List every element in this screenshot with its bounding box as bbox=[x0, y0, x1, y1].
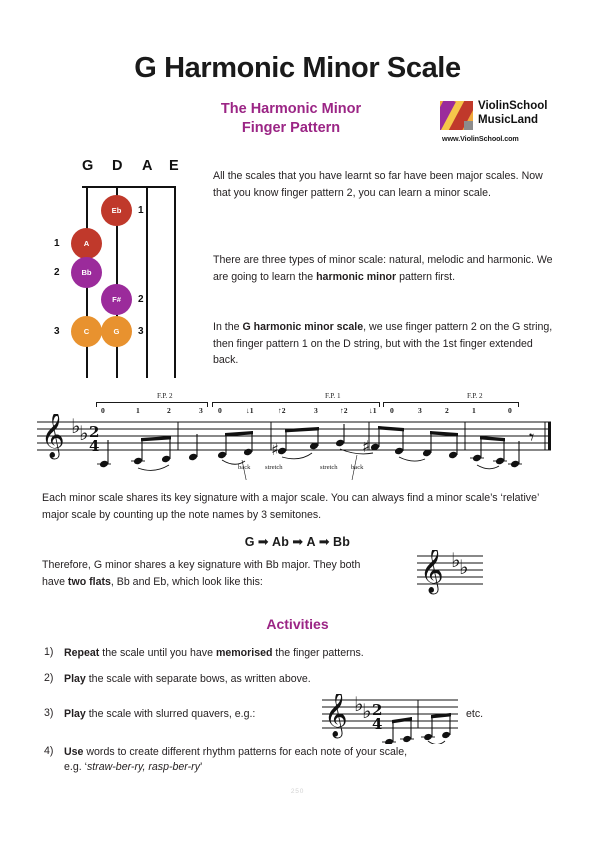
activity-1-text-1: the scale until you have bbox=[99, 647, 216, 659]
string-line-e bbox=[174, 186, 176, 378]
activity-3-text-1: the scale with slurred quavers, e.g.: bbox=[85, 708, 256, 720]
relative-note-1: G bbox=[244, 535, 255, 549]
fp-bracket-3 bbox=[383, 402, 519, 407]
fp-bracket-1 bbox=[96, 402, 208, 407]
fingerboard-note-bb: Bb bbox=[71, 257, 102, 288]
key-signature-staff: 𝄞 ♭ ♭ bbox=[417, 550, 483, 595]
subtitle-line-1: The Harmonic Minor bbox=[220, 101, 362, 117]
activity-1-bold-2: memorised bbox=[215, 647, 273, 659]
in-the-bold: G harmonic minor scale bbox=[242, 321, 364, 333]
page-title: G Harmonic Minor Scale bbox=[134, 52, 461, 84]
activity-text-3: Play the scale with slurred quavers, e.g… bbox=[64, 707, 314, 722]
sharp-fsharp-icon: ♯ bbox=[271, 440, 279, 459]
logo-url[interactable]: www.ViolinSchool.com bbox=[442, 134, 519, 143]
string-label-e: E bbox=[169, 158, 179, 174]
activity-number-3: 3) bbox=[44, 707, 54, 719]
relative-major-sequence: G ➡ Ab ➡ A ➡ Bb bbox=[0, 534, 595, 550]
treble-clef-icon-small: 𝄞 bbox=[420, 550, 444, 595]
finger-number-eb: 1 bbox=[138, 205, 144, 216]
logo-name-line-1: ViolinSchool bbox=[478, 100, 548, 112]
finger-number-g: 3 bbox=[138, 326, 144, 337]
quarter-rest-icon: 𝄾 bbox=[529, 425, 534, 449]
relative-note-3: A bbox=[306, 535, 316, 549]
page-number: 250 bbox=[290, 788, 305, 795]
nut-line bbox=[82, 186, 176, 189]
activity-4-text-1: words to create different rhythm pattern… bbox=[83, 746, 408, 758]
fingerboard-diagram: G D A E Eb 1 A 1 Bb 2 F# 2 C 3 G 3 bbox=[38, 158, 198, 383]
paragraph-three-types: There are three types of minor scale: na… bbox=[213, 252, 553, 285]
flat-eb-icon-slur: ♭ bbox=[362, 699, 371, 723]
string-label-g: G bbox=[82, 158, 94, 174]
activity-text-1: Repeat the scale until you have memorise… bbox=[64, 646, 494, 661]
fingerboard-note-fsharp: F# bbox=[101, 284, 132, 315]
string-line-a bbox=[146, 186, 148, 378]
logo-name-line-2: MusicLand bbox=[478, 113, 539, 126]
activity-3-bold-1: Play bbox=[64, 708, 86, 720]
treble-clef-icon-slur: 𝄞 bbox=[324, 694, 348, 739]
paragraph-each-minor: Each minor scale shares its key signatur… bbox=[42, 492, 539, 521]
activity-4-line2-italic: straw-ber-ry, rasp-ber-ry bbox=[86, 761, 200, 773]
activities-heading: Activities bbox=[266, 616, 329, 632]
fp-label-2: F.P. 1 bbox=[325, 392, 341, 400]
fingerboard-note-eb: Eb bbox=[101, 195, 132, 226]
activity-2-text-1: the scale with separate bows, as written… bbox=[85, 673, 311, 685]
string-label-a: A bbox=[142, 158, 153, 174]
activity-text-4: Use words to create different rhythm pat… bbox=[64, 745, 524, 775]
flat-eb-icon-small: ♭ bbox=[459, 555, 468, 579]
subtitle: The Harmonic Minor Finger Pattern bbox=[196, 100, 386, 138]
finger-number-bb: 2 bbox=[54, 267, 60, 278]
activity-text-2: Play the scale with separate bows, as wr… bbox=[64, 672, 494, 687]
relative-note-2: Ab bbox=[271, 535, 290, 549]
relative-note-4: Bb bbox=[332, 535, 351, 549]
fingerboard-note-a: A bbox=[71, 228, 102, 259]
in-the-text-a: In the bbox=[213, 321, 243, 333]
activity-4-line2-end: ’ bbox=[200, 761, 203, 773]
finger-number-a: 1 bbox=[54, 238, 60, 249]
activity-number-2: 2) bbox=[44, 672, 54, 684]
paragraph-intro: All the scales that you have learnt so f… bbox=[213, 170, 543, 199]
activity-4-line2-plain: e.g. ‘ bbox=[64, 761, 87, 773]
activity-number-1: 1) bbox=[44, 646, 54, 658]
sharp-fsharp-icon-2: ♯ bbox=[362, 437, 370, 456]
arrow-icon-2: ➡ bbox=[292, 534, 304, 549]
activity-1-bold-1: Repeat bbox=[64, 647, 100, 659]
worksheet-page: G Harmonic Minor Scale The Harmonic Mino… bbox=[0, 0, 595, 841]
fp-bracket-2 bbox=[212, 402, 380, 407]
logo-wordmark: ViolinSchool MusicLand bbox=[478, 100, 547, 127]
time-sig-den-slur: 4 bbox=[372, 715, 382, 733]
violinschool-logo-icon bbox=[440, 101, 473, 130]
therefore-text-c: , Bb and Eb, which look like this: bbox=[110, 575, 263, 588]
three-types-text-c: pattern first. bbox=[396, 270, 456, 283]
fp-label-3: F.P. 2 bbox=[467, 392, 483, 400]
arrow-icon-1: ➡ bbox=[257, 534, 269, 549]
time-sig-denominator: 4 bbox=[89, 437, 99, 455]
brand-logo[interactable]: ViolinSchool MusicLand www.ViolinSchool.… bbox=[440, 100, 558, 145]
activity-2-bold-1: Play bbox=[64, 673, 86, 685]
arrow-icon-3: ➡ bbox=[318, 534, 330, 549]
paragraph-g-harmonic-minor: In the G harmonic minor scale, we use fi… bbox=[213, 319, 553, 369]
treble-clef-icon: 𝄞 bbox=[41, 414, 65, 460]
activity-4-bold-1: Use bbox=[64, 746, 84, 758]
therefore-bold: two flats bbox=[67, 575, 111, 588]
three-types-bold: harmonic minor bbox=[316, 270, 397, 283]
slurred-quavers-staff: 𝄞 ♭ ♭ 2 4 bbox=[322, 694, 458, 744]
string-label-d: D bbox=[112, 158, 123, 174]
subtitle-line-2: Finger Pattern bbox=[241, 120, 341, 136]
activity-number-4: 4) bbox=[44, 745, 54, 757]
scale-notation: F.P. 2 F.P. 1 F.P. 2 0 1 2 3 0 ↓1 ↑2 3 ↑… bbox=[35, 392, 560, 480]
paragraph-therefore: Therefore, G minor shares a key signatur… bbox=[42, 557, 372, 590]
string-labels: G D A E bbox=[38, 158, 198, 178]
staff-svg: 𝄞 ♭ ♭ 2 4 ♯ ♯ 𝄾 bbox=[37, 414, 551, 480]
fingerboard-note-g: G bbox=[101, 316, 132, 347]
activity-1-text-2: the finger patterns. bbox=[272, 647, 364, 659]
flat-eb-icon: ♭ bbox=[79, 421, 88, 445]
activity-3-trailing: etc. bbox=[466, 708, 484, 720]
fp-label-1: F.P. 2 bbox=[157, 392, 173, 400]
fingerboard-note-c: C bbox=[71, 316, 102, 347]
finger-number-fsharp: 2 bbox=[138, 294, 144, 305]
finger-number-c: 3 bbox=[54, 326, 60, 337]
